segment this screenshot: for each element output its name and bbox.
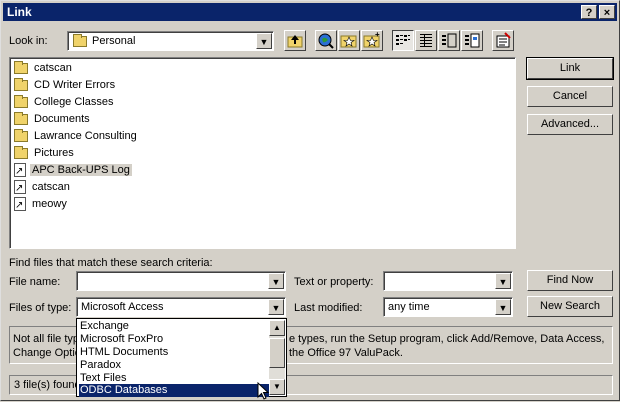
up-one-level-icon[interactable] [284, 30, 306, 51]
info-line2-start: Change Optio [13, 347, 81, 359]
folder-icon [14, 60, 28, 74]
list-item[interactable]: College Classes [14, 94, 115, 111]
list-item[interactable]: catscan [14, 179, 72, 197]
add-to-favorites-icon[interactable]: + [361, 30, 383, 51]
scroll-down-arrow-icon[interactable]: ▼ [269, 379, 285, 395]
dropdown-scrollbar[interactable]: ▲ ▼ [269, 320, 285, 395]
folder-icon [14, 111, 28, 125]
files-of-type-label: Files of type: [9, 302, 72, 314]
dropdown-option[interactable]: Exchange [79, 320, 129, 333]
file-name-label: File name: [9, 276, 61, 288]
last-modified-label: Last modified: [294, 302, 363, 314]
files-of-type-dropdown-list[interactable]: Exchange Microsoft FoxPro HTML Documents… [76, 318, 287, 397]
files-of-type-value: Microsoft Access [81, 301, 164, 313]
list-item[interactable]: Documents [14, 111, 92, 128]
status-text: 3 file(s) found [14, 379, 81, 391]
file-name-dropdown-arrow[interactable]: ▼ [268, 273, 284, 289]
info-line1-start: Not all file typ [13, 333, 80, 345]
dropdown-option[interactable]: HTML Documents [79, 346, 168, 359]
folder-icon [14, 94, 28, 108]
list-item[interactable]: Pictures [14, 145, 76, 162]
look-in-value: Personal [92, 35, 136, 47]
look-in-dropdown-arrow[interactable]: ▼ [256, 33, 272, 49]
scroll-thumb[interactable] [269, 338, 285, 368]
details-view-icon[interactable] [415, 30, 437, 51]
shortcut-icon [14, 163, 26, 180]
text-property-dropdown-arrow[interactable]: ▼ [495, 273, 511, 289]
text-property-label: Text or property: [294, 276, 374, 288]
close-button[interactable]: × [599, 5, 615, 19]
look-in-folder-icon [73, 33, 87, 47]
text-property-combo[interactable]: ▼ [383, 271, 513, 291]
files-of-type-combo[interactable]: Microsoft Access ▼ [76, 297, 286, 317]
preview-view-icon[interactable] [461, 30, 483, 51]
folder-icon [14, 77, 28, 91]
search-web-icon[interactable] [315, 30, 337, 51]
advanced-button[interactable]: Advanced... [527, 114, 613, 135]
folder-icon [14, 145, 28, 159]
folder-icon [14, 128, 28, 142]
look-in-combo[interactable]: Personal ▼ [67, 31, 274, 51]
files-of-type-dropdown-arrow[interactable]: ▼ [268, 299, 284, 315]
dropdown-option[interactable]: Microsoft FoxPro [79, 333, 163, 346]
last-modified-combo[interactable]: any time ▼ [383, 297, 513, 317]
last-modified-value: any time [388, 301, 430, 313]
shortcut-icon [14, 180, 26, 197]
properties-view-icon[interactable] [438, 30, 460, 51]
link-dialog: Link ? × Look in: Personal ▼ + catscan C… [0, 0, 620, 401]
dropdown-option[interactable]: Paradox [79, 359, 121, 372]
dialog-title: Link [7, 5, 32, 19]
help-button[interactable]: ? [581, 5, 597, 19]
commands-settings-icon[interactable] [492, 30, 514, 51]
list-item[interactable]: Lawrance Consulting [14, 128, 139, 145]
scroll-up-arrow-icon[interactable]: ▲ [269, 320, 285, 336]
shortcut-icon [14, 197, 26, 214]
find-now-button[interactable]: Find Now [527, 270, 613, 291]
cancel-button[interactable]: Cancel [527, 86, 613, 107]
mouse-cursor-icon [257, 382, 270, 400]
info-line1-end: e types, run the Setup program, click Ad… [289, 333, 605, 345]
svg-text:+: + [375, 31, 380, 39]
new-search-button[interactable]: New Search [527, 296, 613, 317]
file-list[interactable]: catscan CD Writer Errors College Classes… [9, 57, 516, 249]
dropdown-option-selected[interactable]: ODBC Databases [79, 384, 269, 397]
search-criteria-heading: Find files that match these search crite… [9, 257, 213, 269]
list-item[interactable]: meowy [14, 196, 69, 214]
last-modified-dropdown-arrow[interactable]: ▼ [495, 299, 511, 315]
list-item[interactable]: APC Back-UPS Log [14, 162, 132, 180]
look-in-favorites-icon[interactable] [338, 30, 360, 51]
file-name-combo[interactable]: ▼ [76, 271, 286, 291]
list-view-icon[interactable] [392, 30, 414, 51]
link-button[interactable]: Link [526, 57, 614, 80]
title-bar: Link ? × [3, 3, 617, 21]
info-line2-end: the Office 97 ValuPack. [289, 347, 403, 359]
list-item[interactable]: catscan [14, 60, 74, 77]
list-item[interactable]: CD Writer Errors [14, 77, 117, 94]
look-in-label: Look in: [9, 35, 48, 47]
